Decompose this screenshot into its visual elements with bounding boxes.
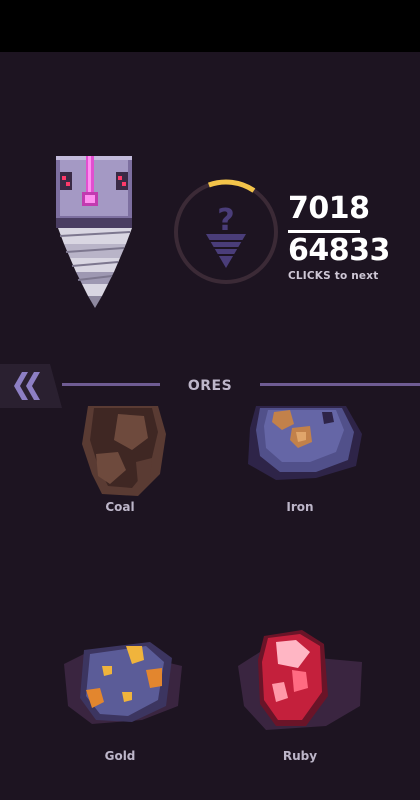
iron-ore-icon[interactable] [246,404,364,484]
status-bar [0,0,420,52]
progress-ring: ? [174,179,278,284]
clicks-total: 64833 [288,233,390,268]
section-rule-right [260,383,420,386]
drill-icon[interactable] [52,152,138,310]
progress-arc [208,179,256,193]
svg-text:?: ? [217,203,234,238]
clicks-current: 7018 [288,191,370,226]
section-rule-left [62,383,160,386]
ore-label-coal: Coal [105,500,135,514]
double-chevron-left-icon[interactable] [12,370,42,402]
coal-ore-icon[interactable] [78,404,170,498]
clicks-caption: CLICKS to next [288,270,379,282]
ore-label-gold: Gold [104,749,136,763]
section-title: ORES [187,378,233,394]
question-mark-icon: ? [206,203,246,268]
gold-ore-icon[interactable] [62,636,186,728]
ore-label-ruby: Ruby [282,749,318,763]
ruby-ore-icon[interactable] [236,626,366,732]
ore-label-iron: Iron [286,500,314,514]
